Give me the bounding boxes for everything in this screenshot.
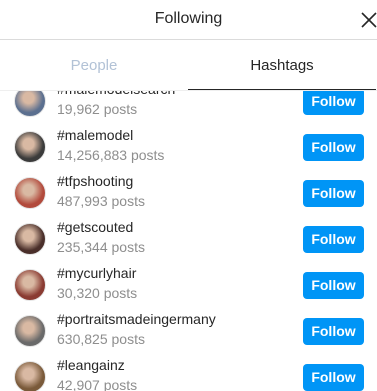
- post-count: 30,320 posts: [57, 285, 138, 301]
- modal-header: Following: [0, 0, 377, 40]
- post-count: 235,344 posts: [57, 239, 145, 255]
- follow-button[interactable]: Follow: [303, 318, 364, 345]
- tab-people[interactable]: People: [0, 40, 188, 90]
- post-count: 487,993 posts: [57, 193, 145, 209]
- follow-button[interactable]: Follow: [303, 226, 364, 253]
- list-item: #portraitsmadeingermany 630,825 posts Fo…: [0, 308, 377, 354]
- modal-title: Following: [154, 10, 223, 27]
- list-item: #malemodel 14,256,883 posts Follow: [0, 124, 377, 170]
- hashtag-name[interactable]: #malemodel: [57, 127, 133, 143]
- follow-button[interactable]: Follow: [303, 272, 364, 299]
- hashtag-avatar[interactable]: [14, 223, 46, 255]
- list-item: #leangainz 42,907 posts Follow: [0, 354, 377, 391]
- post-count: 42,907 posts: [57, 377, 138, 391]
- post-count: 14,256,883 posts: [57, 147, 165, 163]
- list-item: #tfpshooting 487,993 posts Follow: [0, 170, 377, 216]
- hashtag-avatar[interactable]: [14, 361, 46, 391]
- post-count: 630,825 posts: [57, 331, 145, 347]
- hashtag-name[interactable]: #portraitsmadeingermany: [57, 311, 216, 327]
- tab-hashtags[interactable]: Hashtags: [188, 40, 376, 90]
- hashtag-avatar[interactable]: [14, 315, 46, 347]
- list-item: #getscouted 235,344 posts Follow: [0, 216, 377, 262]
- hashtag-name[interactable]: #leangainz: [57, 357, 125, 373]
- tab-bar: People Hashtags: [0, 40, 377, 91]
- hashtag-name[interactable]: #mycurlyhair: [57, 265, 136, 281]
- hashtag-avatar[interactable]: [14, 131, 46, 163]
- follow-button[interactable]: Follow: [303, 364, 364, 391]
- follow-button[interactable]: Follow: [303, 180, 364, 207]
- close-icon[interactable]: [359, 9, 377, 29]
- post-count: 19,962 posts: [57, 101, 138, 117]
- list-item: #mycurlyhair 30,320 posts Follow: [0, 262, 377, 308]
- hashtag-list[interactable]: #malemodelsearch 19,962 posts Follow #ma…: [0, 78, 377, 391]
- hashtag-name[interactable]: #tfpshooting: [57, 173, 133, 189]
- hashtag-avatar[interactable]: [14, 269, 46, 301]
- follow-button[interactable]: Follow: [303, 88, 364, 115]
- follow-button[interactable]: Follow: [303, 134, 364, 161]
- hashtag-avatar[interactable]: [14, 177, 46, 209]
- hashtag-name[interactable]: #getscouted: [57, 219, 133, 235]
